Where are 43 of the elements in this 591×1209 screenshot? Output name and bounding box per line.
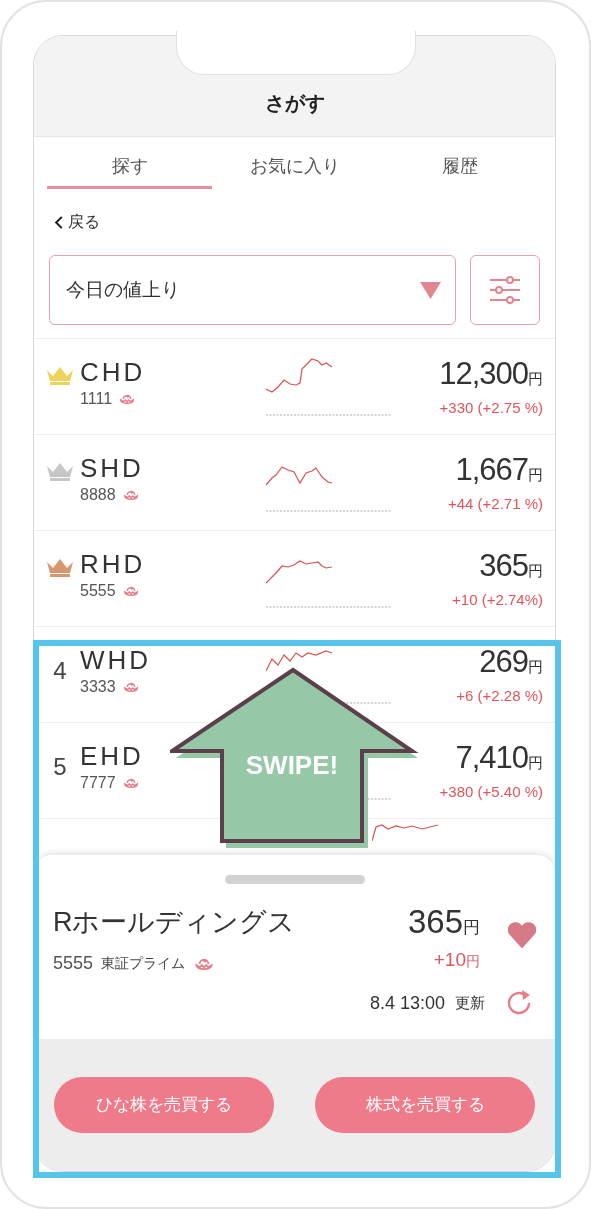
tab[interactable]: 探す (47, 137, 212, 189)
rank-number: 5 (53, 752, 67, 782)
stock-price: 269 (479, 645, 528, 679)
sort-dropdown[interactable]: 今日の値上り (49, 255, 456, 325)
ticker: RHD (80, 549, 147, 579)
rank-number: 4 (53, 656, 67, 686)
price-change: +10 (+2.74%) (452, 590, 543, 610)
market-label: 東証プライム (101, 954, 186, 973)
price-change: +10 (433, 948, 466, 972)
yen-unit: 円 (528, 658, 543, 677)
price-change: +380 (+5.40 %) (439, 782, 543, 802)
ticker: WHD (80, 645, 153, 675)
stock-price: 7,410 (455, 741, 528, 775)
price-change: +44 (+2.71 %) (447, 494, 543, 514)
stock-price: 12,300 (439, 357, 528, 391)
update-label: 更新 (455, 992, 485, 1013)
stock-code: 5555 (53, 952, 94, 975)
ticker: EHD (80, 741, 145, 771)
ticker: SHD (80, 453, 145, 483)
tab[interactable]: お気に入り (212, 137, 377, 189)
yen-unit: 円 (528, 754, 543, 771)
stock-code: 3333 (80, 677, 116, 697)
price-change: +330 (+2.75 %) (439, 398, 543, 418)
stock-price: 365 (407, 902, 463, 942)
stock-code: 8888 (80, 485, 116, 505)
stock-code: 5555 (80, 581, 116, 601)
yen-unit: 円 (528, 465, 543, 485)
stock-price: 365 (479, 549, 528, 583)
price-change: +6 (+2.28 %) (456, 686, 543, 706)
swipe-label: SWIPE! (244, 749, 340, 782)
stock-code: 7777 (80, 773, 116, 793)
company-name: Rホールディングス (53, 906, 297, 939)
yen-unit: 円 (528, 370, 543, 387)
stock-price: 1,667 (455, 453, 528, 487)
yen-unit: 円 (466, 952, 480, 971)
stock-code: 1111 (80, 389, 113, 409)
screen-title: さがす (264, 91, 325, 116)
yen-unit: 円 (528, 562, 543, 581)
ticker: CHD (80, 357, 147, 387)
back-link[interactable]: 戻る (54, 210, 100, 234)
yen-unit: 円 (463, 917, 480, 939)
update-time: 8.4 13:00 (369, 991, 445, 1015)
tab[interactable]: 履歴 (377, 137, 542, 189)
